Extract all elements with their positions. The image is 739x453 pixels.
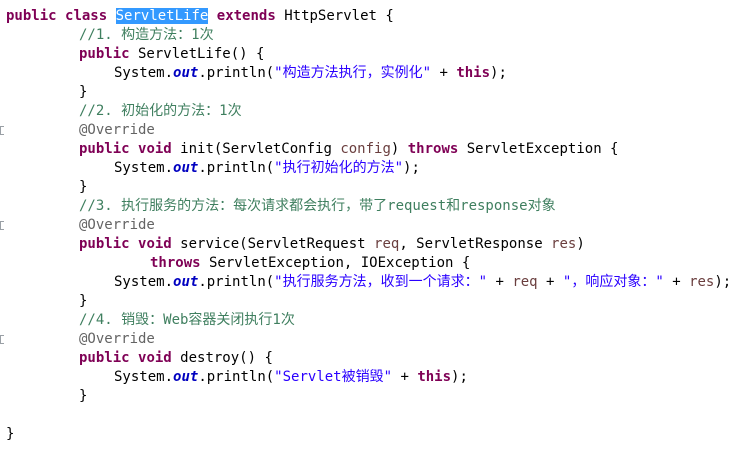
override-marker-icon (0, 126, 4, 135)
code-text: + (431, 65, 457, 81)
field-out: out (173, 274, 199, 290)
code-line-destroy-signature: public void destroy() { (79, 349, 273, 368)
code-text: .println( (198, 274, 275, 290)
code-text: .println( (198, 160, 275, 176)
code-line-println: System.out.println("执行初始化的方法"); (114, 159, 420, 178)
keyword-throws: throws (150, 255, 201, 271)
param-req: req (374, 236, 400, 252)
string-literal: "执行服务方法，收到一个请求：" (274, 274, 488, 290)
code-text: ); (403, 160, 420, 176)
code-text: ServletException { (458, 141, 619, 157)
annotation-override: @Override (79, 122, 155, 138)
string-literal: "构造方法执行，实例化" (274, 65, 432, 81)
code-text: .println( (198, 369, 275, 385)
code-line-class-declaration: public class ServletLife extends HttpSer… (6, 7, 394, 26)
keyword-public: public (79, 46, 130, 62)
override-marker-icon (0, 335, 4, 344)
code-text: System. (114, 369, 174, 385)
code-text: + (392, 369, 418, 385)
keyword-public: public (79, 141, 130, 157)
string-literal: "，响应对象：" (562, 274, 664, 290)
code-text: ); (451, 369, 468, 385)
annotation-override: @Override (79, 331, 155, 347)
code-text: ); (714, 274, 732, 290)
constructor-signature: ServletLife() { (129, 46, 265, 62)
keyword-public: public (79, 350, 130, 366)
code-line-println: System.out.println("构造方法执行，实例化" + this); (114, 64, 507, 83)
param-res: res (551, 236, 577, 252)
field-out: out (173, 369, 199, 385)
keyword-this: this (456, 65, 491, 81)
code-editor[interactable]: public class ServletLife extends HttpSer… (0, 0, 739, 453)
closing-brace: } (79, 179, 88, 195)
string-literal: "Servlet被销毁" (274, 369, 393, 385)
keyword-class: class (65, 8, 108, 24)
string-literal: "执行初始化的方法" (274, 160, 404, 176)
keyword-void: void (138, 141, 172, 157)
keyword-public: public (79, 236, 130, 252)
code-text: destroy() { (171, 350, 273, 366)
keyword-public: public (6, 8, 57, 24)
code-text: .println( (198, 65, 275, 81)
code-line-init-signature: public void init(ServletConfig config) t… (79, 140, 618, 159)
comment-init: //2. 初始化的方法：1次 (79, 103, 242, 119)
code-text: ) (390, 141, 408, 157)
code-text: + (537, 274, 563, 290)
keyword-throws: throws (407, 141, 459, 157)
code-line-println: System.out.println("执行服务方法，收到一个请求：" + re… (114, 273, 731, 292)
param-config: config (340, 141, 391, 157)
code-text: + (487, 274, 513, 290)
superclass: HttpServlet { (275, 8, 394, 24)
code-text: System. (114, 160, 174, 176)
param-res: res (689, 274, 715, 290)
class-closing-brace: } (6, 426, 15, 442)
closing-brace: } (79, 388, 88, 404)
closing-brace: } (79, 84, 88, 100)
override-marker-icon (0, 221, 4, 230)
selected-class-name[interactable]: ServletLife (115, 8, 209, 24)
param-req: req (512, 274, 538, 290)
code-text: ServletException, IOException { (200, 255, 471, 271)
field-out: out (173, 160, 199, 176)
keyword-this: this (417, 369, 452, 385)
annotation-override: @Override (79, 217, 155, 233)
comment-destroy: //4. 销毁：Web容器关闭执行1次 (79, 312, 295, 328)
code-text: ) (576, 236, 585, 252)
keyword-void: void (138, 350, 172, 366)
code-text: init(ServletConfig (171, 141, 341, 157)
code-text: , ServletResponse (399, 236, 552, 252)
comment-service: //3. 执行服务的方法：每次请求都会执行，带了request和response… (79, 198, 556, 214)
closing-brace: } (79, 293, 88, 309)
code-text: + (663, 274, 690, 290)
comment-constructor: //1. 构造方法：1次 (79, 27, 214, 43)
keyword-void: void (138, 236, 172, 252)
code-text: System. (114, 65, 174, 81)
code-line-println: System.out.println("Servlet被销毁" + this); (114, 368, 468, 387)
code-line-constructor: public ServletLife() { (79, 45, 264, 64)
field-out: out (173, 65, 199, 81)
code-text: ); (490, 65, 507, 81)
code-line-throws: throws ServletException, IOException { (150, 254, 470, 273)
code-text: service(ServletRequest (171, 236, 375, 252)
code-text: System. (114, 274, 174, 290)
keyword-extends: extends (216, 8, 276, 24)
code-line-service-signature: public void service(ServletRequest req, … (79, 235, 585, 254)
